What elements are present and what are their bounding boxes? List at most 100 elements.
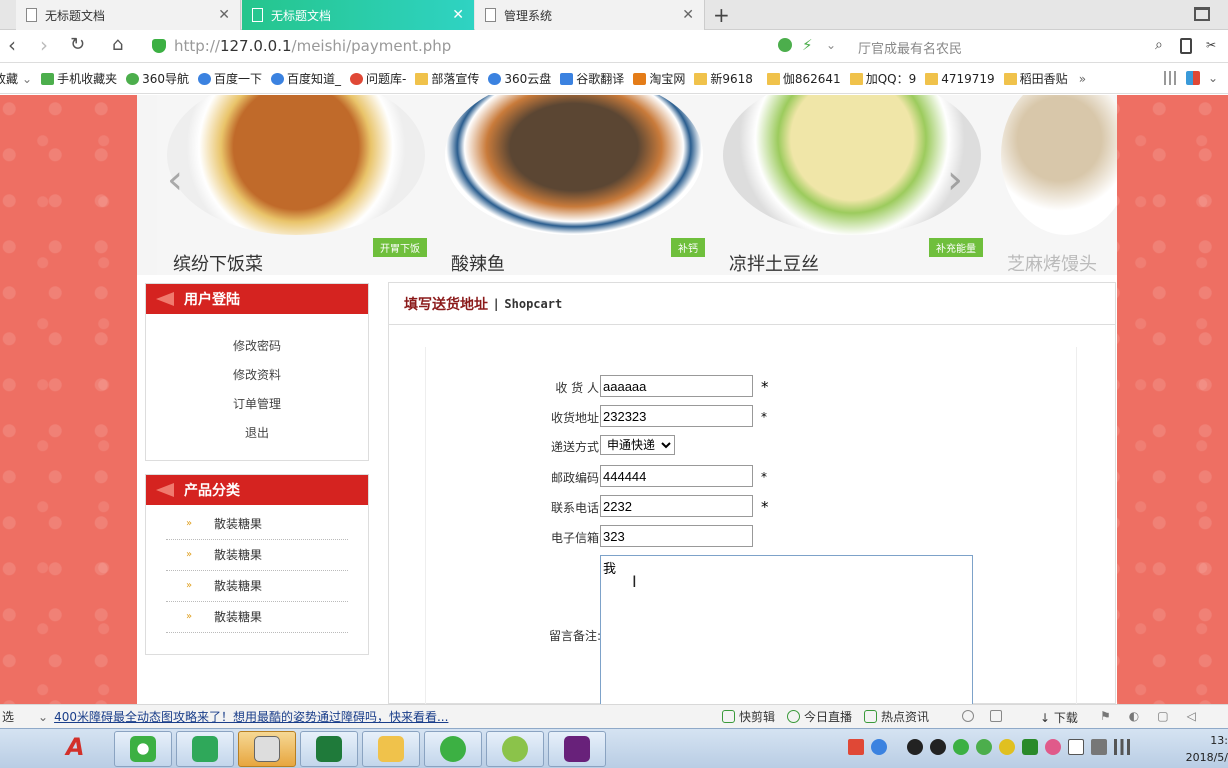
taskbar-app-active[interactable] bbox=[238, 731, 296, 767]
download-button[interactable]: ↓ 下载 bbox=[1040, 709, 1078, 726]
url-field[interactable]: http://127.0.0.1/meishi/payment.php bbox=[152, 33, 862, 59]
chevron-down-icon[interactable]: ⌄ bbox=[38, 710, 48, 724]
taskbar-360-browser[interactable] bbox=[114, 731, 172, 767]
cut-icon[interactable]: ✂ bbox=[1206, 38, 1220, 54]
chevron-down-icon[interactable]: ⌄ bbox=[1208, 71, 1222, 85]
category-item[interactable]: » 散装糖果 bbox=[166, 540, 348, 571]
bookmark-item[interactable]: 稻田香贴 bbox=[1003, 70, 1068, 87]
note-textarea[interactable]: 我 bbox=[600, 555, 973, 704]
dropdown-icon[interactable]: ⌄ bbox=[826, 38, 840, 52]
device-icon[interactable] bbox=[1068, 739, 1084, 755]
bookmark-favorites[interactable]: 收藏⌄ bbox=[0, 70, 32, 87]
delivery-select[interactable]: 申通快递 bbox=[600, 435, 675, 455]
banner-next-icon[interactable]: › bbox=[947, 157, 963, 203]
email-input[interactable] bbox=[600, 525, 753, 547]
qq-tray-icon[interactable] bbox=[907, 739, 923, 755]
refresh-icon[interactable]: ↻ bbox=[70, 35, 85, 55]
compat-mode-icon[interactable] bbox=[778, 38, 792, 52]
taskbar-app-green[interactable] bbox=[176, 731, 234, 767]
taskbar-wechat[interactable] bbox=[424, 731, 482, 767]
live-button[interactable]: 今日直播 bbox=[787, 708, 852, 725]
taskbar-excel[interactable] bbox=[300, 731, 358, 767]
banner-prev-icon[interactable]: ‹ bbox=[167, 157, 183, 203]
order-management-link[interactable]: 订单管理 bbox=[146, 390, 368, 419]
news-ticker-link[interactable]: 400米障碍最全动态图攻略来了！想用最酷的姿势通过障碍吗，快来看看... bbox=[54, 708, 734, 725]
banner-slide[interactable]: 芝麻烤馒头 bbox=[991, 95, 1117, 275]
bookmark-item[interactable]: 4719719 bbox=[925, 72, 995, 86]
tab-untitled-active[interactable]: 无标题文档 ✕ bbox=[242, 0, 474, 30]
windows-taskbar: A 13: 2018/5/ bbox=[0, 728, 1228, 768]
close-tab-icon[interactable]: ✕ bbox=[218, 7, 230, 23]
shield-icon[interactable] bbox=[1022, 739, 1038, 755]
tray-icon[interactable] bbox=[871, 739, 887, 755]
qq-tray-icon[interactable] bbox=[930, 739, 946, 755]
status-tools-icons[interactable]: ⚑◐▢◁ bbox=[1100, 709, 1214, 723]
bookmark-item[interactable]: 360导航 bbox=[126, 70, 189, 87]
bookmark-label: 稻田香贴 bbox=[1019, 72, 1068, 86]
bookmark-item[interactable]: 百度一下 bbox=[198, 70, 262, 87]
sogou-icon bbox=[350, 72, 364, 85]
category-item[interactable]: » 散装糖果 bbox=[166, 509, 348, 540]
close-tab-icon[interactable]: ✕ bbox=[682, 7, 694, 23]
banner-slide[interactable]: 开胃下饭 缤纷下饭菜 bbox=[157, 95, 435, 275]
bookmark-item[interactable]: 手机收藏夹 bbox=[41, 70, 117, 87]
zip-input[interactable] bbox=[600, 465, 753, 487]
bookmark-item[interactable]: 谷歌翻译 bbox=[560, 70, 624, 87]
system-clock[interactable]: 13: 2018/5/ bbox=[1178, 732, 1228, 766]
tab-admin-system[interactable]: 管理系统 ✕ bbox=[475, 0, 705, 30]
bookmark-item[interactable]: 百度知道_ bbox=[271, 70, 341, 87]
bookmark-item[interactable]: 问题库- bbox=[350, 70, 406, 87]
hot-news-button[interactable]: 热点资讯 bbox=[864, 708, 929, 725]
browser-menu-icon[interactable] bbox=[1194, 7, 1210, 21]
mobile-icon[interactable] bbox=[1180, 38, 1192, 54]
receiver-input[interactable] bbox=[600, 375, 753, 397]
speed-mode-icon[interactable]: ⚡ bbox=[802, 38, 816, 53]
shipping-form: 收 货 人: * 收货地址: * 递送方式: 申通快递 邮政编码: * bbox=[425, 347, 1077, 704]
tab-untitled-1[interactable]: 无标题文档 ✕ bbox=[16, 0, 241, 30]
phone-label: 联系电话: bbox=[550, 501, 603, 515]
tray-icon[interactable] bbox=[999, 739, 1015, 755]
volume-icon[interactable] bbox=[1091, 739, 1107, 755]
document-icon bbox=[252, 8, 263, 22]
new-tab-icon[interactable]: + bbox=[713, 3, 730, 27]
bookmark-item[interactable]: 新9618 bbox=[694, 70, 753, 87]
status-select[interactable]: 选 bbox=[0, 708, 38, 725]
more-dots-icon[interactable] bbox=[1164, 71, 1178, 85]
taskbar-explorer[interactable] bbox=[362, 731, 420, 767]
bookmark-item[interactable]: 360云盘 bbox=[488, 70, 551, 87]
apps-icon[interactable] bbox=[1186, 71, 1200, 85]
bookmark-item[interactable]: 加QQ：9 bbox=[849, 70, 916, 87]
search-icon[interactable]: ⌕ bbox=[1155, 37, 1163, 53]
phone-input[interactable] bbox=[600, 495, 753, 517]
taskbar-app-leaf[interactable] bbox=[486, 731, 544, 767]
home-icon[interactable]: ⌂ bbox=[112, 35, 123, 55]
tray-icon[interactable] bbox=[976, 739, 992, 755]
edit-profile-link[interactable]: 修改资料 bbox=[146, 361, 368, 390]
pin-icon[interactable] bbox=[990, 710, 1002, 722]
logout-link[interactable]: 退出 bbox=[146, 419, 368, 448]
close-tab-icon[interactable]: ✕ bbox=[452, 7, 464, 23]
bookmark-item[interactable]: 部落宣传 bbox=[415, 70, 479, 87]
category-item[interactable]: » 散装糖果 bbox=[166, 602, 348, 633]
speed-icon[interactable] bbox=[962, 710, 974, 722]
acrobat-icon[interactable]: A bbox=[66, 733, 85, 761]
sogou-tray-icon[interactable] bbox=[848, 739, 864, 755]
bookmark-label: 伽862641 bbox=[782, 72, 841, 86]
text-cursor-icon: I bbox=[632, 572, 637, 591]
quick-edit-button[interactable]: 快剪辑 bbox=[722, 708, 775, 725]
address-input[interactable] bbox=[600, 405, 753, 427]
category-item[interactable]: » 散装糖果 bbox=[166, 571, 348, 602]
bookmark-item[interactable]: 淘宝网 bbox=[633, 70, 685, 87]
bookmarks-more[interactable]: » bbox=[1079, 72, 1086, 86]
banner-slide[interactable]: 补钙 酸辣鱼 bbox=[435, 95, 713, 275]
wechat-tray-icon[interactable] bbox=[953, 739, 969, 755]
taskbar-visual-studio[interactable] bbox=[548, 731, 606, 767]
change-password-link[interactable]: 修改密码 bbox=[146, 332, 368, 361]
forward-icon[interactable]: › bbox=[40, 35, 48, 55]
back-icon[interactable]: ‹ bbox=[8, 35, 16, 55]
folder-icon bbox=[415, 72, 429, 85]
search-input[interactable]: 厅官成最有名农民 bbox=[858, 38, 962, 57]
network-icon[interactable] bbox=[1114, 739, 1130, 755]
tray-icon[interactable] bbox=[1045, 739, 1061, 755]
bookmark-item[interactable]: 伽862641 bbox=[766, 70, 841, 87]
